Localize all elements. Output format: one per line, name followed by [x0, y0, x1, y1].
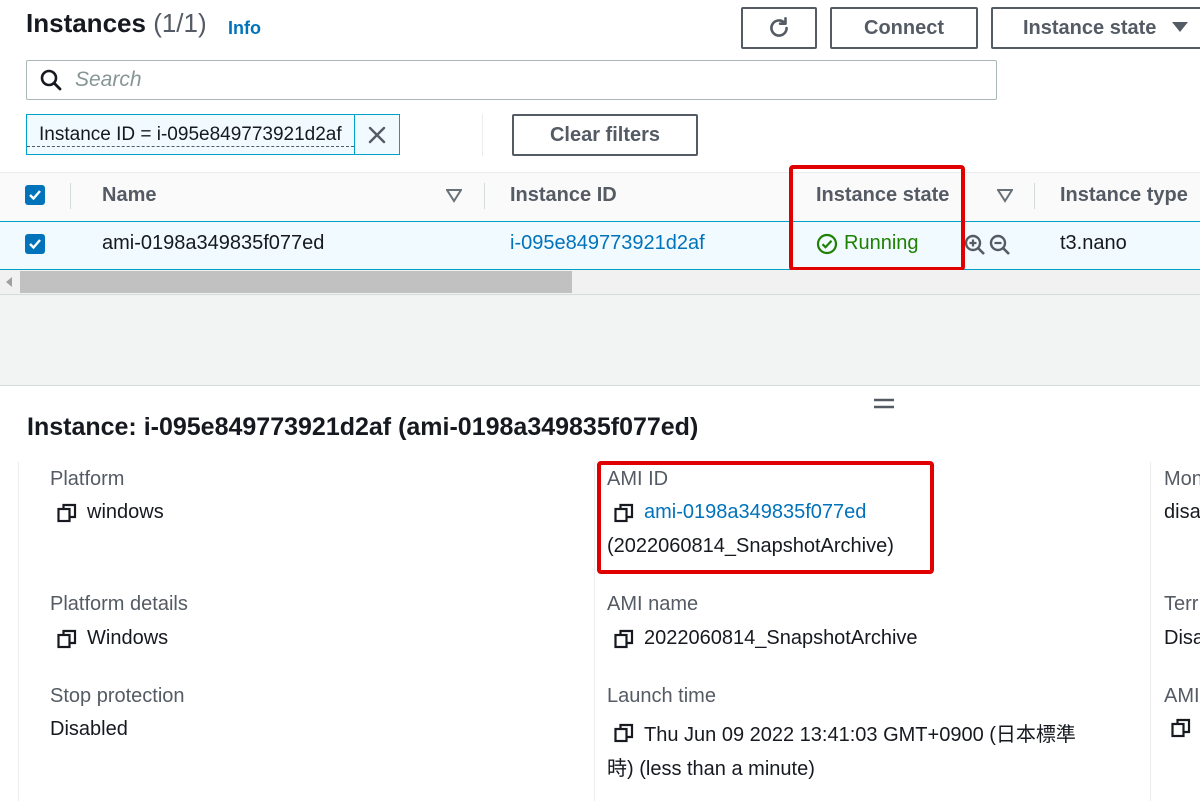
ami-name-value: 2022060814_SnapshotArchive — [614, 627, 918, 650]
termination-protection-value: Disa — [1164, 627, 1200, 649]
copy-icon[interactable] — [1171, 718, 1191, 738]
copy-icon[interactable] — [614, 723, 634, 743]
platform-value: windows — [57, 501, 164, 524]
caret-down-icon — [1172, 22, 1189, 32]
column-divider — [18, 462, 19, 801]
connect-button[interactable]: Connect — [830, 7, 978, 49]
checkmark-icon — [29, 190, 41, 201]
split-panel-gap — [0, 295, 1200, 386]
zoom-out-icon[interactable] — [988, 233, 1012, 257]
cell-instance-type: t3.nano — [1060, 232, 1127, 254]
search-icon — [40, 69, 62, 91]
platform-label: Platform — [50, 468, 125, 490]
clear-filters-button[interactable]: Clear filters — [512, 114, 698, 156]
highlight-box-instance-state — [789, 165, 965, 271]
launch-time-value-text: Thu Jun 09 2022 13:41:03 GMT+0900 (日本標準 — [644, 724, 1076, 746]
copy-icon[interactable] — [57, 503, 77, 523]
search-placeholder: Search — [75, 68, 142, 91]
select-all-checkbox[interactable] — [25, 185, 45, 205]
cell-name: ami-0198a349835f077ed — [102, 232, 325, 254]
sort-icon[interactable] — [446, 189, 462, 203]
platform-value-text: windows — [87, 501, 164, 523]
column-divider — [484, 183, 485, 209]
launch-time-value-continued: 時) (less than a minute) — [607, 758, 815, 780]
column-header-instance-type[interactable]: Instance type — [1060, 184, 1188, 207]
instance-state-button-label: Instance state — [1023, 16, 1157, 39]
row-checkbox[interactable] — [25, 234, 45, 254]
ami-location-label: AMI — [1164, 685, 1200, 707]
instance-state-button[interactable]: Instance state — [991, 7, 1200, 49]
search-input[interactable]: Search — [26, 60, 997, 100]
page-title-text: Instances — [26, 8, 146, 38]
resize-handle-icon[interactable] — [873, 390, 895, 416]
column-divider — [1034, 183, 1035, 209]
info-link[interactable]: Info — [228, 18, 261, 39]
ami-location-value — [1171, 718, 1191, 738]
platform-details-label: Platform details — [50, 593, 188, 615]
stop-protection-label: Stop protection — [50, 685, 185, 707]
column-divider — [594, 462, 595, 801]
filter-token[interactable]: Instance ID = i-095e849773921d2af — [26, 114, 400, 155]
monitoring-value: disa — [1164, 501, 1200, 523]
page-title: Instances (1/1) — [26, 8, 207, 39]
instance-count: (1/1) — [153, 8, 207, 38]
cell-instance-id-link[interactable]: i-095e849773921d2af — [510, 232, 705, 255]
platform-details-value-text: Windows — [87, 627, 169, 649]
stop-protection-value: Disabled — [50, 718, 128, 740]
launch-time-value: Thu Jun 09 2022 13:41:03 GMT+0900 (日本標準 — [614, 718, 1076, 747]
sort-icon[interactable] — [997, 189, 1013, 203]
close-icon — [368, 126, 385, 143]
column-header-instance-id[interactable]: Instance ID — [510, 184, 617, 207]
checkmark-icon — [29, 239, 41, 250]
remove-filter-button[interactable] — [353, 115, 399, 154]
ami-name-label: AMI name — [607, 593, 699, 615]
filter-divider — [482, 114, 483, 156]
column-divider — [1150, 462, 1151, 801]
monitoring-label: Mon — [1164, 468, 1200, 490]
column-header-name[interactable]: Name — [102, 184, 156, 207]
filter-token-label: Instance ID = i-095e849773921d2af — [27, 124, 354, 147]
details-title: Instance: i-095e849773921d2af (ami-0198a… — [27, 413, 699, 441]
platform-details-value: Windows — [57, 627, 168, 650]
copy-icon[interactable] — [57, 629, 77, 649]
termination-protection-label: Terr — [1164, 593, 1199, 615]
zoom-in-icon[interactable] — [963, 233, 987, 257]
highlight-box-ami-id — [597, 461, 934, 574]
scrollbar-thumb[interactable] — [20, 271, 572, 293]
scroll-left-arrow-icon[interactable] — [4, 276, 14, 288]
copy-icon[interactable] — [614, 629, 634, 649]
ami-name-value-text: 2022060814_SnapshotArchive — [644, 627, 918, 649]
column-divider — [70, 183, 71, 209]
refresh-icon — [770, 16, 788, 37]
refresh-button[interactable] — [741, 7, 817, 49]
launch-time-label: Launch time — [607, 685, 716, 707]
